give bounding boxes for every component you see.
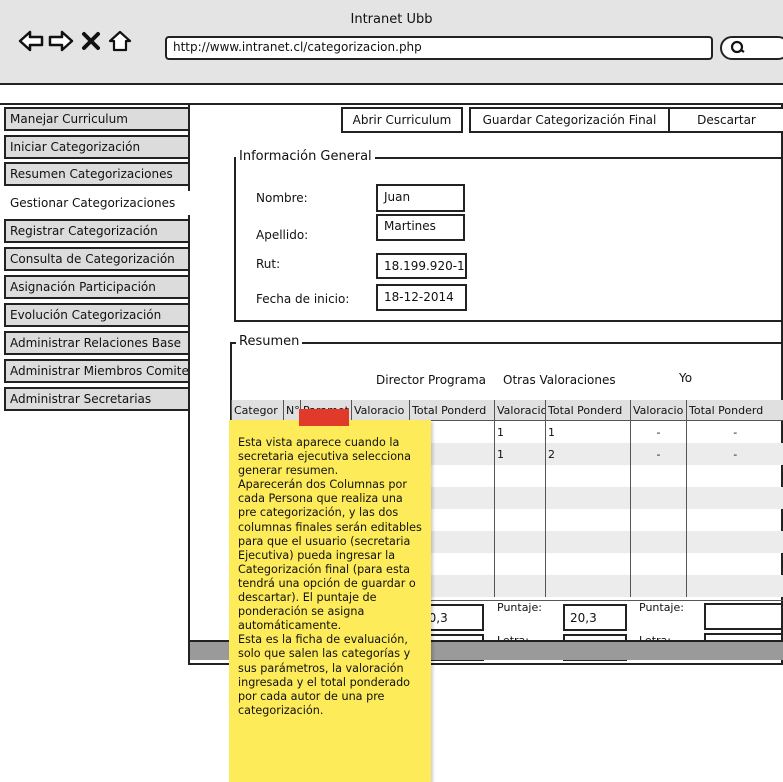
table-cell [545, 509, 631, 531]
rut-field[interactable]: 18.199.920-1 [376, 253, 467, 279]
window-title: Intranet Ubb [350, 12, 433, 27]
table-cell[interactable] [686, 531, 783, 553]
table-cell [545, 487, 631, 509]
table-cell[interactable]: - [630, 420, 687, 443]
sidebar-item[interactable]: Asignación Participación [4, 275, 190, 299]
apellido-label: Apellido: [256, 228, 309, 242]
note-tape [299, 409, 349, 426]
info-general-legend: Información General [236, 149, 375, 164]
table-cell[interactable] [686, 465, 783, 487]
table-cell[interactable] [686, 553, 783, 575]
fecha-field[interactable]: 18-12-2014 [376, 284, 467, 311]
header-director-programa: Director Programa [376, 373, 487, 387]
table-cell[interactable] [686, 575, 783, 597]
table-cell: 1 [494, 420, 546, 443]
url-bar[interactable]: http://www.intranet.cl/categorizacion.ph… [165, 36, 713, 60]
table-cell[interactable] [630, 509, 687, 531]
column-header: N° [283, 400, 301, 421]
back-arrow-icon[interactable] [18, 30, 44, 56]
table-cell [545, 575, 631, 597]
sidebar-item[interactable]: Administrar Secretarias [4, 387, 190, 411]
search-icon[interactable] [730, 40, 746, 58]
column-header: Categor [231, 400, 284, 421]
sidebar-item[interactable]: Iniciar Categorización [4, 135, 190, 159]
sidebar-item[interactable]: Gestionar Categorizaciones [4, 191, 190, 215]
column-header: Valoracio [351, 400, 410, 421]
save-final-button[interactable]: Guardar Categorización Final [469, 107, 670, 133]
table-cell[interactable] [630, 575, 687, 597]
table-cell[interactable]: - [686, 443, 783, 465]
rut-label: Rut: [256, 257, 281, 271]
column-header: Valoracio [494, 400, 546, 421]
sidebar-item[interactable]: Administrar Miembros Comite [4, 359, 190, 383]
table-cell[interactable]: - [686, 420, 783, 443]
table-cell [494, 575, 546, 597]
close-x-icon[interactable] [80, 30, 102, 56]
sidebar-item[interactable]: Registrar Categorización [4, 219, 190, 243]
column-header: Total Ponderd [545, 400, 631, 421]
puntaje-label: Puntaje: [639, 601, 684, 614]
table-cell [545, 531, 631, 553]
table-cell: 1 [494, 443, 546, 465]
sidebar-item[interactable]: Evolución Categorización [4, 303, 190, 327]
puntaje-field[interactable] [704, 603, 783, 630]
nombre-label: Nombre: [256, 191, 308, 205]
column-header: Valoracio [630, 400, 687, 421]
column-header: Total Ponderd [686, 400, 783, 421]
table-cell[interactable] [686, 487, 783, 509]
table-cell [494, 465, 546, 487]
table-cell[interactable] [630, 487, 687, 509]
table-cell[interactable]: - [630, 443, 687, 465]
table-cell: 1 [545, 420, 631, 443]
sidebar-item[interactable]: Manejar Curriculum [4, 107, 190, 131]
table-cell [545, 465, 631, 487]
apellido-field[interactable]: Martines [376, 214, 465, 241]
puntaje-label: Puntaje: [497, 601, 542, 614]
discard-button[interactable]: Descartar [670, 107, 783, 133]
home-icon[interactable] [108, 30, 132, 56]
puntaje-field[interactable]: 20,3 [563, 604, 627, 631]
top-strip [0, 85, 783, 105]
header-otras-valoraciones: Otras Valoraciones [503, 373, 616, 387]
sidebar [0, 105, 190, 665]
table-cell [494, 509, 546, 531]
open-curriculum-button[interactable]: Abrir Curriculum [341, 107, 463, 133]
table-cell[interactable] [630, 553, 687, 575]
forward-arrow-icon[interactable] [48, 30, 74, 56]
note-text: Esta vista aparece cuando la secretaria … [238, 436, 422, 717]
header-yo: Yo [679, 371, 693, 385]
table-cell[interactable] [630, 531, 687, 553]
fecha-label: Fecha de inicio: [256, 292, 350, 306]
table-cell: 2 [545, 443, 631, 465]
table-cell[interactable] [686, 509, 783, 531]
column-header: Total Ponderd [409, 400, 495, 421]
sidebar-item[interactable]: Consulta de Categorización [4, 247, 190, 271]
table-cell [494, 553, 546, 575]
table-cell [545, 553, 631, 575]
nombre-field[interactable]: Juan [376, 184, 465, 212]
sidebar-item[interactable]: Resumen Categorizaciones [4, 162, 190, 186]
table-cell[interactable] [630, 465, 687, 487]
sidebar-item[interactable]: Administrar Relaciones Base [4, 331, 190, 355]
table-cell [494, 487, 546, 509]
table-cell [494, 531, 546, 553]
resumen-legend: Resumen [236, 334, 303, 349]
